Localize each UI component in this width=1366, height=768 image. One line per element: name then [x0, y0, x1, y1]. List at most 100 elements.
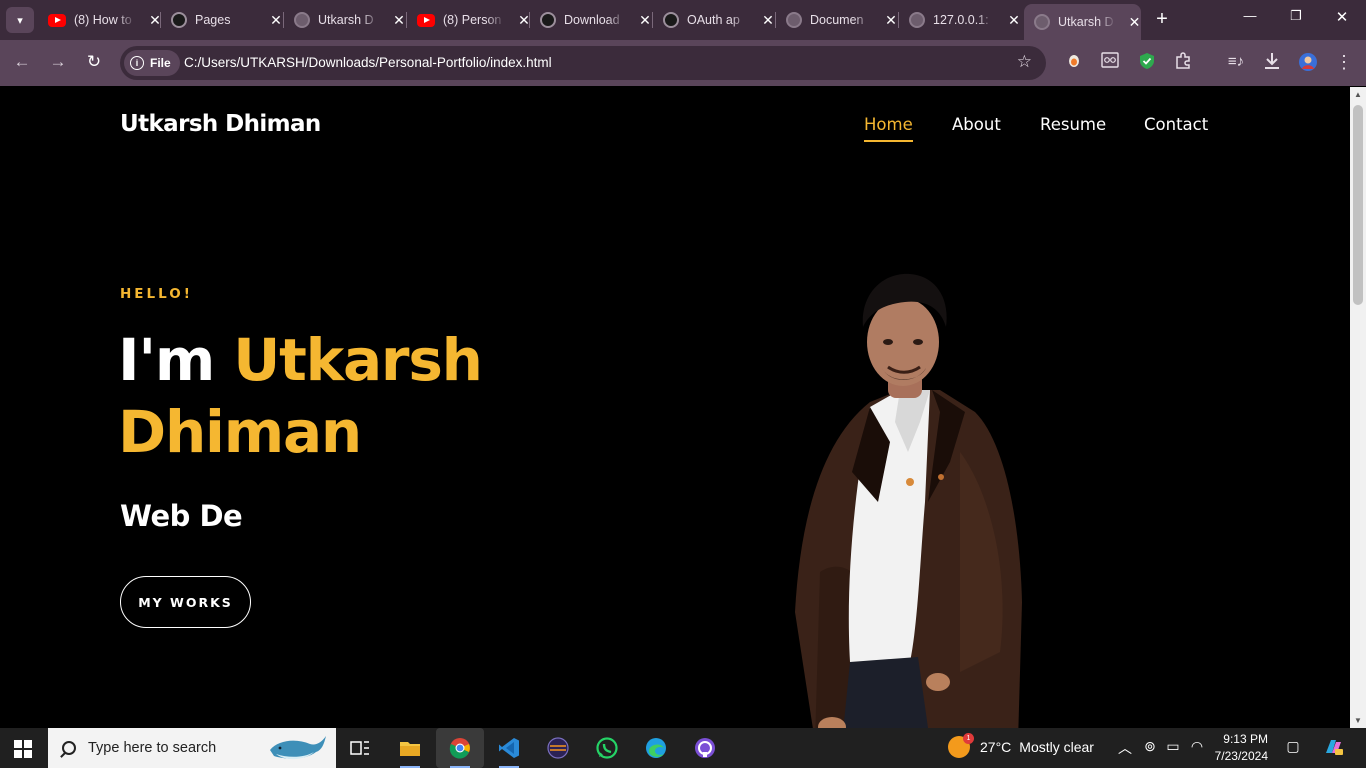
close-window-icon[interactable]: ✕: [1332, 8, 1352, 26]
weather-widget[interactable]: 1 27°C Mostly clear: [948, 733, 1094, 758]
tab-title: (8) How to: [74, 13, 132, 27]
forward-icon[interactable]: →: [47, 52, 69, 72]
browser-tab[interactable]: Pages ✕: [171, 6, 283, 34]
github-icon: [540, 12, 556, 28]
site-brand[interactable]: Utkarsh Dhiman: [120, 111, 321, 137]
notifications-icon[interactable]: ▢: [1284, 738, 1302, 755]
globe-icon: [786, 12, 802, 28]
github-icon: [171, 12, 187, 28]
tab-title: Documen: [810, 13, 864, 27]
youtube-icon: [48, 13, 66, 27]
extensions-puzzle-icon[interactable]: [1173, 52, 1193, 72]
taskbar-search-box[interactable]: Type here to search: [48, 728, 336, 768]
hero-typed-role: Web De: [120, 499, 243, 533]
clock-date: 7/23/2024: [1214, 749, 1268, 763]
tab-title: (8) Person: [443, 13, 502, 27]
nav-resume[interactable]: Resume: [1040, 115, 1106, 134]
minimize-icon[interactable]: —: [1240, 8, 1260, 23]
info-icon: i: [130, 56, 144, 70]
system-clock[interactable]: 9:13 PM 7/23/2024: [1208, 731, 1268, 765]
eclipse-icon[interactable]: [544, 734, 572, 762]
reload-icon[interactable]: ↻: [83, 52, 105, 72]
page-scrollbar[interactable]: ▲ ▼: [1350, 87, 1366, 728]
profile-photo: [795, 273, 1022, 728]
task-view-icon[interactable]: [346, 734, 374, 762]
nav-contact[interactable]: Contact: [1144, 115, 1208, 134]
browser-tab[interactable]: Download ✕: [540, 6, 652, 34]
media-controls-icon[interactable]: ≡♪: [1226, 52, 1246, 72]
youtube-icon: [417, 13, 435, 27]
browser-tab-active[interactable]: Utkarsh D ✕: [1024, 4, 1141, 40]
restore-icon[interactable]: ❐: [1286, 8, 1306, 24]
hero-eyebrow: HELLO!: [120, 286, 193, 302]
hero-first-name: Utkarsh: [233, 326, 483, 394]
browser-tab[interactable]: Utkarsh D ✕: [294, 6, 406, 34]
site-info-chip[interactable]: i File: [124, 50, 180, 76]
profile-avatar-icon[interactable]: [1298, 52, 1318, 72]
copilot-icon[interactable]: [1322, 736, 1343, 761]
chevron-down-icon: ▾: [17, 14, 23, 27]
shield-icon[interactable]: [1137, 52, 1157, 72]
tab-title: 127.0.0.1:: [933, 13, 989, 27]
globe-icon: [294, 12, 310, 28]
browser-tab[interactable]: Documen ✕: [786, 6, 898, 34]
bookmark-star-icon[interactable]: ☆: [1017, 52, 1032, 72]
meet-now-icon[interactable]: ⊚: [1141, 738, 1159, 755]
search-icon: [62, 741, 76, 755]
back-icon[interactable]: ←: [11, 52, 33, 72]
whatsapp-icon[interactable]: [593, 734, 621, 762]
windows-start-icon[interactable]: [14, 740, 32, 758]
weather-moon-icon: 1: [948, 733, 974, 758]
reader-mode-icon[interactable]: [1100, 52, 1120, 72]
close-tab-icon[interactable]: ✕: [1128, 14, 1141, 31]
weather-condition: Mostly clear: [1019, 739, 1094, 755]
wifi-icon[interactable]: ◠: [1188, 738, 1206, 755]
hero-intro: I'm: [118, 326, 215, 394]
search-placeholder: Type here to search: [88, 740, 217, 756]
nav-home[interactable]: Home: [864, 115, 913, 142]
site-info-label: File: [150, 56, 171, 70]
tab-divider: [652, 12, 653, 28]
browser-menu-icon[interactable]: ⋮: [1334, 52, 1354, 72]
vscode-icon[interactable]: [495, 734, 523, 768]
tab-title: Pages: [195, 13, 231, 27]
page-viewport: Utkarsh Dhiman Home About Resume Contact…: [0, 87, 1350, 728]
scrollbar-thumb[interactable]: [1353, 105, 1363, 305]
browser-tab[interactable]: (8) How to ✕: [48, 6, 162, 34]
globe-icon: [909, 12, 925, 28]
close-tab-icon[interactable]: ✕: [392, 12, 406, 29]
my-works-button[interactable]: MY WORKS: [120, 576, 251, 628]
github-desktop-icon[interactable]: [691, 734, 719, 762]
clock-time: 9:13 PM: [1223, 732, 1268, 746]
close-tab-icon[interactable]: ✕: [761, 12, 775, 29]
browser-tab[interactable]: OAuth ap ✕: [663, 6, 775, 34]
edge-icon[interactable]: [642, 734, 670, 762]
file-explorer-icon[interactable]: [396, 734, 424, 768]
scroll-down-arrow-icon[interactable]: ▼: [1354, 716, 1362, 725]
scroll-up-arrow-icon[interactable]: ▲: [1354, 90, 1362, 99]
download-icon[interactable]: [1262, 52, 1282, 72]
new-tab-button[interactable]: +: [1152, 8, 1172, 30]
tab-search-button[interactable]: ▾: [6, 7, 34, 33]
close-tab-icon[interactable]: ✕: [269, 12, 283, 29]
tab-title: OAuth ap: [687, 13, 740, 27]
tab-divider: [406, 12, 407, 28]
extension-pin-icon[interactable]: [1064, 52, 1084, 72]
tab-divider: [775, 12, 776, 28]
tab-title: Utkarsh D: [1058, 15, 1114, 29]
close-tab-icon[interactable]: ✕: [884, 12, 898, 29]
browser-toolbar: ← → ↻ i File C:/Users/UTKARSH/Downloads/…: [0, 40, 1366, 86]
browser-tab[interactable]: (8) Person ✕: [417, 6, 531, 34]
close-tab-icon[interactable]: ✕: [1007, 12, 1021, 29]
close-tab-icon[interactable]: ✕: [638, 12, 652, 29]
tab-title: Utkarsh D: [318, 13, 374, 27]
url-text[interactable]: C:/Users/UTKARSH/Downloads/Personal-Port…: [184, 55, 552, 70]
chrome-icon[interactable]: [446, 734, 474, 768]
browser-tab[interactable]: 127.0.0.1: ✕: [909, 6, 1021, 34]
battery-icon[interactable]: ▭: [1164, 738, 1182, 755]
nav-about[interactable]: About: [952, 115, 1001, 134]
show-hidden-icons-chevron-icon[interactable]: ︿: [1116, 738, 1134, 758]
tab-divider: [160, 12, 161, 28]
address-bar[interactable]: i File C:/Users/UTKARSH/Downloads/Person…: [120, 46, 1046, 80]
tab-divider: [529, 12, 530, 28]
